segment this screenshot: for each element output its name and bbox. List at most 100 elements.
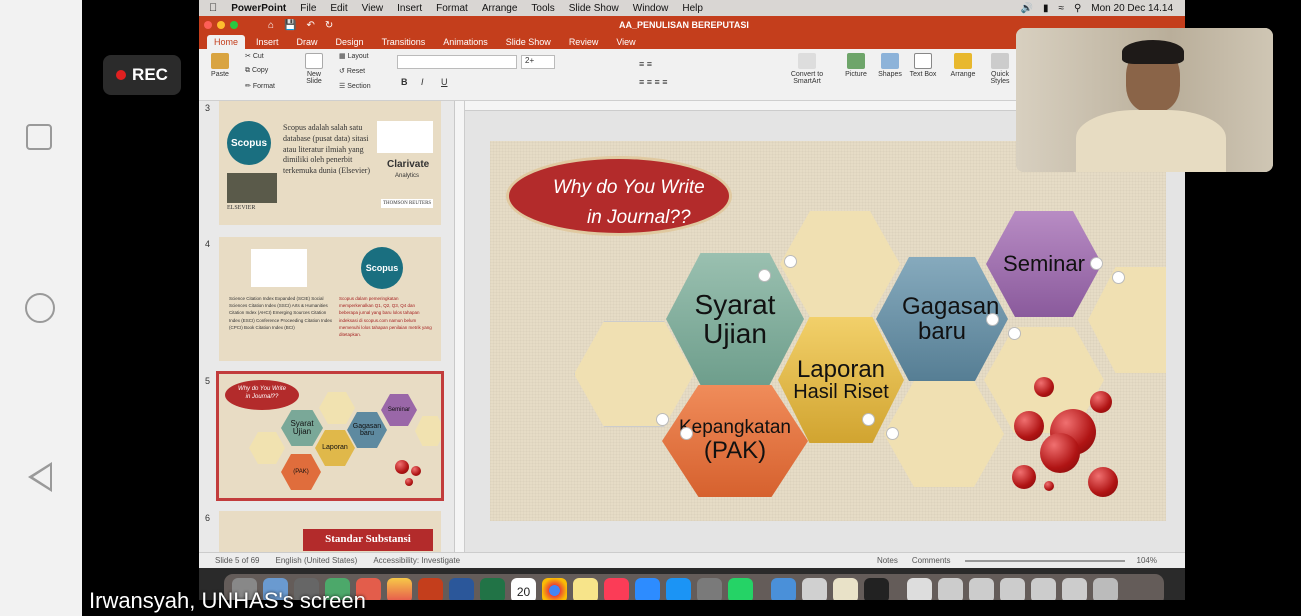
tab-slideshow[interactable]: Slide Show xyxy=(499,35,558,49)
menu-app-name[interactable]: PowerPoint xyxy=(231,3,286,14)
hex-empty[interactable] xyxy=(884,381,1004,487)
menu-file[interactable]: File xyxy=(300,3,316,14)
resize-handle[interactable] xyxy=(656,413,669,426)
participant-video[interactable] xyxy=(1016,28,1273,172)
window-icon[interactable] xyxy=(1062,577,1087,600)
resize-handle[interactable] xyxy=(758,269,771,282)
slide-canvas[interactable]: Why do You Write in Journal?? Syarat Uji… xyxy=(490,141,1166,521)
resize-handle[interactable] xyxy=(1112,271,1125,284)
convert-smartart-button[interactable]: Convert to SmartArt xyxy=(785,53,829,85)
reset-button[interactable]: ↺ Reset xyxy=(339,67,365,75)
shapes-button[interactable]: Shapes xyxy=(875,53,905,78)
slide-title-oval[interactable]: Why do You Write in Journal?? xyxy=(506,156,732,236)
home-button[interactable] xyxy=(25,293,55,323)
resize-handle[interactable] xyxy=(784,255,797,268)
notes-icon[interactable] xyxy=(573,577,598,600)
photos-icon[interactable] xyxy=(387,577,412,600)
align-icon[interactable]: ≡ ≡ ≡ ≡ xyxy=(639,77,668,87)
window-icon[interactable] xyxy=(1000,577,1025,600)
language-indicator[interactable]: English (United States) xyxy=(275,556,357,565)
calendar-icon[interactable]: 20 xyxy=(511,577,536,600)
window-icon[interactable] xyxy=(938,577,963,600)
apple-menu-icon[interactable]:  xyxy=(209,2,217,14)
undo-icon[interactable]: ↶ xyxy=(307,20,315,31)
music-icon[interactable] xyxy=(604,577,629,600)
menu-tools[interactable]: Tools xyxy=(531,3,554,14)
menu-format[interactable]: Format xyxy=(436,3,468,14)
menu-arrange[interactable]: Arrange xyxy=(482,3,518,14)
format-painter-button[interactable]: ✏ Format xyxy=(245,82,275,90)
whatsapp-icon[interactable] xyxy=(728,577,753,600)
excel-icon[interactable] xyxy=(480,577,505,600)
menu-window[interactable]: Window xyxy=(633,3,669,14)
search-icon[interactable]: ⚲ xyxy=(1074,3,1081,14)
tab-transitions[interactable]: Transitions xyxy=(375,35,433,49)
font-name-input[interactable] xyxy=(397,55,517,69)
app-store-icon[interactable] xyxy=(666,577,691,600)
slide-thumbnail-4[interactable]: Scopus Science Citation Index Expanded (… xyxy=(219,237,441,361)
clock[interactable]: Mon 20 Dec 14.14 xyxy=(1091,3,1173,14)
home-icon[interactable]: ⌂ xyxy=(268,20,274,31)
slide-thumbnail-5[interactable]: Why do You Write in Journal?? Syarat Uji… xyxy=(216,371,444,501)
tab-view[interactable]: View xyxy=(609,35,642,49)
section-button[interactable]: ☰ Section xyxy=(339,82,371,90)
zoom-window-icon[interactable] xyxy=(230,21,238,29)
picture-button[interactable]: Picture xyxy=(841,53,871,78)
wifi-icon[interactable]: ≈ xyxy=(1058,3,1064,14)
arrange-button[interactable]: Arrange xyxy=(947,53,979,78)
paste-button[interactable]: Paste xyxy=(205,53,235,78)
minimize-window-icon[interactable] xyxy=(217,21,225,29)
close-window-icon[interactable] xyxy=(204,21,212,29)
copy-button[interactable]: ⧉ Copy xyxy=(245,67,268,75)
quick-styles-button[interactable]: Quick Styles xyxy=(985,53,1015,85)
new-slide-button[interactable]: New Slide xyxy=(299,53,329,85)
hex-kepangkatan[interactable]: Kepangkatan (PAK) xyxy=(662,385,808,497)
window-icon[interactable] xyxy=(1031,577,1056,600)
app-icon[interactable] xyxy=(833,577,858,600)
tab-review[interactable]: Review xyxy=(562,35,606,49)
bullets-icon[interactable]: ≡ ≡ xyxy=(639,59,652,69)
resize-handle[interactable] xyxy=(862,413,875,426)
resize-handle[interactable] xyxy=(680,427,693,440)
menu-insert[interactable]: Insert xyxy=(397,3,422,14)
slide-thumbnail-6[interactable]: Standar Substansi xyxy=(219,511,441,552)
settings-icon[interactable] xyxy=(697,577,722,600)
cut-button[interactable]: ✂ Cut xyxy=(245,52,264,60)
slide-thumbnail-pane[interactable]: 3 Scopus ELSEVIER Scopus adalah salah sa… xyxy=(199,101,455,552)
resize-handle[interactable] xyxy=(986,313,999,326)
tab-home[interactable]: Home xyxy=(207,35,246,49)
accessibility-status[interactable]: Accessibility: Investigate xyxy=(373,556,460,565)
battery-icon[interactable]: ▮ xyxy=(1043,3,1049,14)
word-icon[interactable] xyxy=(449,577,474,600)
comments-button[interactable]: Comments xyxy=(912,556,951,565)
hex-empty[interactable] xyxy=(780,211,900,317)
tab-insert[interactable]: Insert xyxy=(249,35,286,49)
tab-animations[interactable]: Animations xyxy=(436,35,495,49)
menu-edit[interactable]: Edit xyxy=(330,3,347,14)
resize-handle[interactable] xyxy=(1008,327,1021,340)
zoom-level[interactable]: 104% xyxy=(1137,556,1157,565)
preview-icon[interactable] xyxy=(802,577,827,600)
document-icon[interactable] xyxy=(907,577,932,600)
zoom-slider[interactable] xyxy=(964,559,1125,562)
resize-handle[interactable] xyxy=(1090,257,1103,270)
menu-view[interactable]: View xyxy=(362,3,384,14)
terminal-icon[interactable] xyxy=(864,577,889,600)
tab-draw[interactable]: Draw xyxy=(290,35,325,49)
volume-icon[interactable]: 🔊 xyxy=(1020,3,1032,14)
slide-thumbnail-3[interactable]: Scopus ELSEVIER Scopus adalah salah satu… xyxy=(219,101,441,225)
underline-icon[interactable]: U xyxy=(441,77,448,87)
recent-apps-button[interactable] xyxy=(26,124,52,150)
bold-icon[interactable]: B xyxy=(401,77,408,87)
italic-icon[interactable]: I xyxy=(421,77,424,87)
menu-help[interactable]: Help xyxy=(682,3,703,14)
chrome-icon[interactable] xyxy=(542,577,567,600)
menu-slideshow[interactable]: Slide Show xyxy=(569,3,619,14)
resize-handle[interactable] xyxy=(886,427,899,440)
redo-icon[interactable]: ↻ xyxy=(325,20,333,31)
hex-seminar[interactable]: Seminar xyxy=(986,211,1102,317)
notes-button[interactable]: Notes xyxy=(877,556,898,565)
window-icon[interactable] xyxy=(969,577,994,600)
zoom-icon[interactable] xyxy=(635,577,660,600)
tab-design[interactable]: Design xyxy=(329,35,371,49)
